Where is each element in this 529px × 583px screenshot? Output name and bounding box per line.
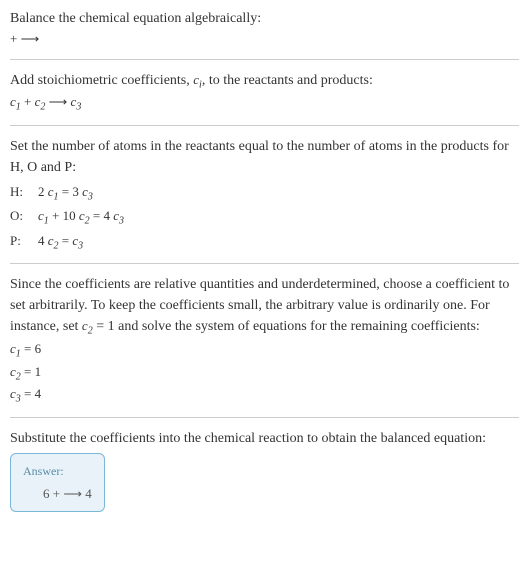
- step2-text: Add stoichiometric coefficients, ci, to …: [10, 70, 519, 93]
- step3-text: Set the number of atoms in the reactants…: [10, 136, 519, 178]
- divider: [10, 417, 519, 418]
- element-row-o: O: c1 + 10 c2 = 4 c3: [10, 206, 519, 229]
- step1: Balance the chemical equation algebraica…: [10, 8, 519, 49]
- answer-box: Answer: 6 + ⟶ 4: [10, 453, 105, 513]
- step3: Set the number of atoms in the reactants…: [10, 136, 519, 254]
- answer-label: Answer:: [23, 462, 92, 480]
- step4-text: Since the coefficients are relative quan…: [10, 274, 519, 339]
- step5-text: Substitute the coefficients into the che…: [10, 428, 519, 449]
- element-row-p: P: 4 c2 = c3: [10, 231, 519, 254]
- step4: Since the coefficients are relative quan…: [10, 274, 519, 406]
- solution-c2: c2 = 1: [10, 362, 519, 385]
- solution-c1: c1 = 6: [10, 339, 519, 362]
- step1-text: Balance the chemical equation algebraica…: [10, 8, 519, 29]
- step2-equation: c1 + c2 ⟶ c3: [10, 92, 519, 115]
- answer-content: 6 + ⟶ 4: [23, 484, 92, 504]
- divider: [10, 125, 519, 126]
- step5: Substitute the coefficients into the che…: [10, 428, 519, 513]
- element-table: H: 2 c1 = 3 c3 O: c1 + 10 c2 = 4 c3 P: 4…: [10, 182, 519, 254]
- divider: [10, 263, 519, 264]
- element-row-h: H: 2 c1 = 3 c3: [10, 182, 519, 205]
- step2: Add stoichiometric coefficients, ci, to …: [10, 70, 519, 115]
- solution-c3: c3 = 4: [10, 384, 519, 407]
- divider: [10, 59, 519, 60]
- step1-equation: + ⟶: [10, 29, 519, 49]
